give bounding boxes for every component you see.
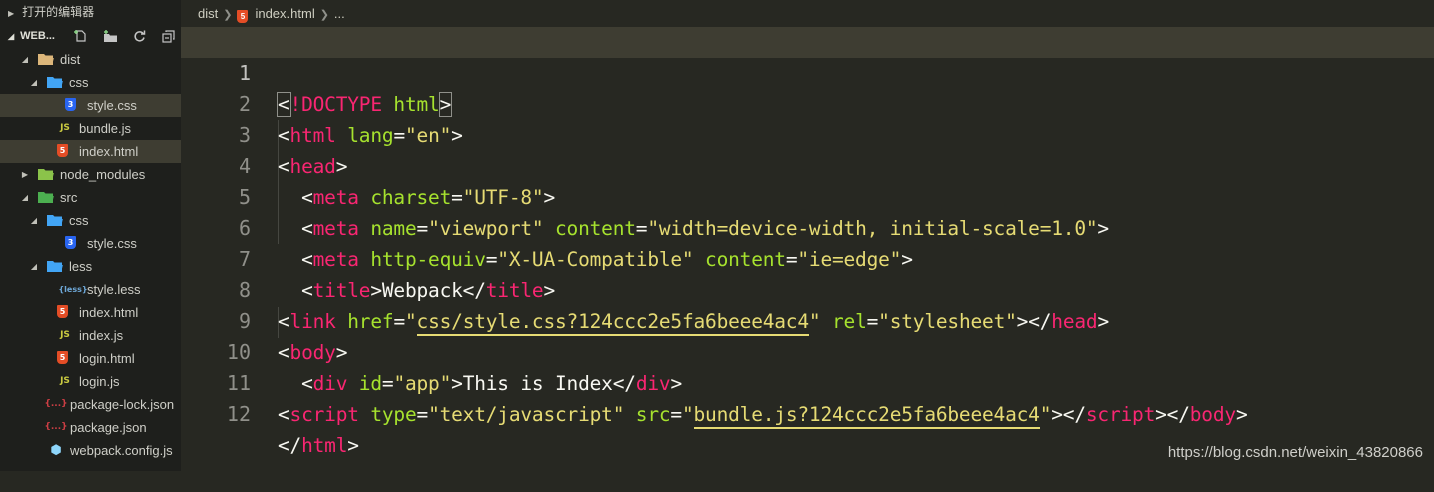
js-file-icon: JS: [60, 330, 70, 340]
src-folder-icon: [38, 190, 54, 205]
code-line[interactable]: 6 <meta http-equiv="X-UA-Compatible" con…: [181, 182, 1434, 271]
code-line[interactable]: 2 <html lang="en">: [181, 58, 1434, 147]
js-file-icon: JS: [60, 376, 70, 386]
chevron-down-icon[interactable]: ◢: [29, 255, 39, 278]
tree-item[interactable]: ▶ node_modules: [0, 163, 181, 186]
tree-item[interactable]: ⬢ webpack.config.js: [0, 439, 181, 462]
css3-icon: 3: [65, 236, 76, 249]
webpack-icon: ⬢: [50, 443, 62, 458]
tree-item[interactable]: ◢ css: [0, 71, 181, 94]
open-editors-header[interactable]: ▶ 打开的编辑器: [0, 0, 181, 24]
tree-item-label: login.html: [79, 351, 135, 366]
less-folder-icon: [47, 259, 63, 274]
chevron-down-icon[interactable]: ◢: [20, 48, 30, 71]
explorer-sidebar: ▶ 打开的编辑器 ◢ WEB... ◢ dist ◢ css 3 style.css JS bun…: [0, 0, 181, 471]
tree-item[interactable]: 5 index.html: [0, 140, 181, 163]
tree-item-label: package.json: [70, 420, 147, 435]
code-editor[interactable]: 1 <!DOCTYPE html> 2 <html lang="en"> 3 <…: [181, 27, 1434, 471]
tree-item-label: index.html: [79, 305, 139, 320]
chevron-right-icon[interactable]: ▶: [20, 163, 30, 186]
tree-item[interactable]: 5 index.html: [0, 301, 181, 324]
breadcrumb-folder[interactable]: dist: [198, 6, 218, 21]
breadcrumb-chevron-icon: ❯: [319, 9, 329, 21]
breadcrumb-chevron-icon: ❯: [223, 9, 233, 21]
tree-item[interactable]: ◢ less: [0, 255, 181, 278]
tree-item[interactable]: 3 style.css: [0, 94, 181, 117]
tree-item-label: bundle.js: [79, 121, 132, 136]
code-line[interactable]: 8 <link href="css/style.css?124ccc2e5fa6…: [181, 244, 1434, 336]
code-line[interactable]: 4 <meta charset="UTF-8">: [181, 120, 1434, 209]
refresh-icon[interactable]: [130, 27, 148, 45]
tree-item-label: style.less: [87, 282, 141, 297]
code-line[interactable]: 12 </html>: [181, 368, 1434, 457]
new-file-icon[interactable]: [72, 27, 90, 45]
tree-item-label: src: [60, 190, 78, 205]
tree-item[interactable]: ◢ css: [0, 209, 181, 232]
code-line[interactable]: 11 <script type="text/javascript" src="b…: [181, 337, 1434, 429]
node-folder-icon: [38, 167, 54, 182]
tree-item[interactable]: JS index.js: [0, 324, 181, 347]
tree-item[interactable]: 5 login.html: [0, 347, 181, 370]
html5-icon: 5: [57, 305, 68, 318]
tree-item[interactable]: ◢ src: [0, 186, 181, 209]
tree-item-label: style.css: [87, 236, 137, 251]
css3-icon: 3: [65, 98, 76, 111]
code-line[interactable]: 1 <!DOCTYPE html>: [181, 27, 1434, 117]
breadcrumb: dist ❯ 5 index.html ❯...: [181, 0, 1434, 26]
chevron-down-icon[interactable]: ◢: [29, 209, 39, 232]
tree-item-label: less: [69, 259, 93, 274]
chevron-right-icon: ▶: [8, 9, 15, 18]
tree-item-label: package-lock.json: [70, 397, 175, 412]
breadcrumb-file[interactable]: index.html: [255, 6, 314, 21]
code-line[interactable]: 10 <div id="app">This is Index</div>: [181, 306, 1434, 395]
chevron-down-icon[interactable]: ◢: [20, 186, 30, 209]
json-file-icon: {...}: [44, 399, 68, 409]
open-editors-label: 打开的编辑器: [22, 5, 95, 19]
code-line[interactable]: 9 <body>: [181, 275, 1434, 364]
breadcrumb-more[interactable]: ...: [334, 6, 345, 21]
css-folder-icon: [47, 213, 63, 228]
js-file-icon: JS: [60, 123, 70, 133]
css-folder-icon: [47, 75, 63, 90]
html5-icon: 5: [237, 10, 249, 23]
code-line[interactable]: 3 <head>: [181, 89, 1434, 178]
chevron-down-icon: ◢: [8, 32, 15, 41]
tree-item[interactable]: JS login.js: [0, 370, 181, 393]
tree-item-label: dist: [60, 52, 81, 67]
tree-item-label: css: [69, 213, 89, 228]
code-line[interactable]: 7 <title>Webpack</title>: [181, 213, 1434, 302]
tree-item[interactable]: {...} package.json: [0, 416, 181, 439]
file-tree: ◢ dist ◢ css 3 style.css JS bundle.js 5 index.htm…: [0, 48, 181, 462]
folder-open-icon: [38, 52, 54, 67]
tree-item[interactable]: {...} package-lock.json: [0, 393, 181, 416]
tree-item-label: style.css: [87, 98, 137, 113]
code-line[interactable]: 5 <meta name="viewport" content="width=d…: [181, 151, 1434, 240]
tree-item[interactable]: 3 style.css: [0, 232, 181, 255]
watermark: https://blog.csdn.net/weixin_43820866: [1167, 444, 1423, 461]
line-number: 12: [226, 402, 251, 426]
collapse-all-icon[interactable]: [159, 27, 177, 45]
tree-item-label: index.js: [79, 328, 124, 343]
tree-item[interactable]: ◢ dist: [0, 48, 181, 71]
script-src-path[interactable]: bundle.js?124ccc2e5fa6beee4ac4: [693, 403, 1040, 429]
tree-item-label: login.js: [79, 374, 120, 389]
tree-item-label: webpack.config.js: [70, 443, 173, 458]
tree-item[interactable]: {less} style.less: [0, 278, 181, 301]
new-folder-icon[interactable]: [101, 27, 119, 45]
tree-item[interactable]: JS bundle.js: [0, 117, 181, 140]
chevron-down-icon[interactable]: ◢: [29, 71, 39, 94]
tree-item-label: css: [69, 75, 89, 90]
project-header[interactable]: ◢ WEB...: [0, 24, 181, 48]
html5-icon: 5: [57, 351, 68, 364]
less-file-icon: {less}: [58, 285, 88, 294]
tree-item-label: node_modules: [60, 167, 146, 182]
project-label: WEB...: [20, 30, 55, 42]
html5-icon: 5: [57, 144, 68, 157]
tree-item-label: index.html: [79, 144, 139, 159]
json-file-icon: {...}: [44, 422, 68, 432]
